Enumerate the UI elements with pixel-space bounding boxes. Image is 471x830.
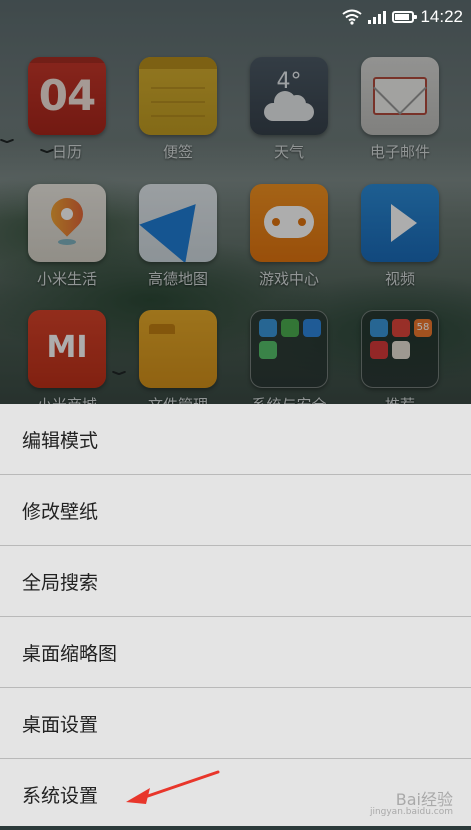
- menu-item-label: 桌面缩略图: [22, 642, 118, 665]
- status-bar: 14:22: [342, 6, 463, 28]
- home-context-menu: 编辑模式 修改壁纸 全局搜索 桌面缩略图 桌面设置 系统设置: [0, 404, 471, 826]
- menu-item-edit-mode[interactable]: 编辑模式: [0, 404, 471, 475]
- baidu-watermark: Bai经验 jingyan.baidu.com: [369, 789, 453, 818]
- menu-item-change-wallpaper[interactable]: 修改壁纸: [0, 475, 471, 546]
- watermark-url: jingyan.baidu.com: [369, 807, 453, 818]
- menu-item-label: 全局搜索: [22, 571, 99, 594]
- menu-item-label: 修改壁纸: [22, 500, 99, 523]
- dim-overlay[interactable]: [0, 0, 471, 404]
- menu-item-desktop-settings[interactable]: 桌面设置: [0, 688, 471, 759]
- watermark-text: Bai经验: [395, 789, 453, 809]
- battery-icon: [392, 11, 418, 23]
- menu-item-label: 系统设置: [22, 785, 99, 807]
- status-time: 14:22: [420, 7, 463, 26]
- wifi-icon: [342, 9, 363, 25]
- menu-item-global-search[interactable]: 全局搜索: [0, 546, 471, 617]
- annotation-arrow-icon: [126, 770, 220, 804]
- menu-item-desktop-thumbnails[interactable]: 桌面缩略图: [0, 617, 471, 688]
- menu-item-label: 编辑模式: [22, 429, 99, 452]
- signal-icon: [368, 10, 387, 24]
- menu-item-label: 桌面设置: [22, 713, 99, 736]
